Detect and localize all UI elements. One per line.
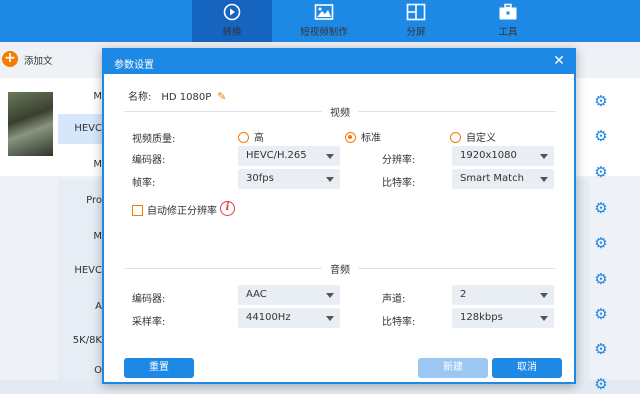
gear-icon[interactable]: ⚙ [590, 161, 612, 183]
video-encoder-label: 编码器: [132, 155, 166, 166]
audio-bitrate-select[interactable]: 128kbps [452, 308, 554, 328]
name-value: HD 1080P [161, 92, 212, 103]
select-value: 30fps [246, 173, 274, 184]
resolution-select[interactable]: 1920x1080 [452, 146, 554, 166]
gear-icon[interactable]: ⚙ [590, 90, 612, 112]
radio-circle [238, 132, 249, 143]
convert-icon [223, 3, 241, 21]
caret-down-icon [540, 293, 548, 298]
audio-encoder-label: 编码器: [132, 294, 166, 305]
nav-tab-label: 短视频制作 [300, 27, 348, 38]
format-item[interactable]: HEVC [58, 256, 106, 286]
audio-section-title: 音频 [322, 261, 358, 276]
gear-icon[interactable]: ⚙ [590, 303, 612, 325]
toolbox-icon [499, 3, 517, 20]
gear-icon[interactable]: ⚙ [590, 373, 612, 394]
video-thumbnail[interactable] [8, 92, 53, 156]
pencil-icon[interactable]: ✎ [217, 90, 226, 103]
checkbox-box [132, 205, 143, 216]
audio-encoder-select[interactable]: AAC [238, 285, 340, 305]
format-item[interactable]: A [58, 292, 106, 322]
info-icon[interactable]: i [220, 201, 235, 216]
nav-tab-convert[interactable]: 转换 [192, 0, 272, 42]
framerate-label: 帧率: [132, 178, 156, 189]
select-value: HEVC/H.265 [246, 150, 307, 161]
nav-tab-short-video[interactable]: 短视频制作 [284, 0, 364, 42]
video-section-title: 视频 [322, 104, 358, 119]
quality-custom-radio[interactable]: 自定义 [450, 129, 496, 144]
plus-icon: + [2, 51, 18, 67]
quality-label: 视频质量: [132, 134, 176, 145]
radio-label: 高 [254, 133, 264, 144]
gear-icon[interactable]: ⚙ [590, 232, 612, 254]
radio-circle [345, 132, 356, 143]
radio-label: 标准 [361, 133, 381, 144]
add-file-label: 添加文 [24, 56, 53, 67]
dialog-header: 参数设置 ✕ [104, 50, 574, 74]
video-bitrate-select[interactable]: Smart Match [452, 169, 554, 189]
format-item[interactable]: 5K/8K [58, 326, 106, 356]
reset-button[interactable]: 重置 [124, 358, 194, 378]
format-item[interactable]: M [58, 82, 106, 112]
format-item[interactable]: HEVC [58, 114, 106, 144]
select-value: AAC [246, 289, 267, 300]
samplerate-select[interactable]: 44100Hz [238, 308, 340, 328]
select-value: 128kbps [460, 312, 503, 323]
caret-down-icon [326, 177, 334, 182]
caret-down-icon [540, 154, 548, 159]
auto-fix-resolution-checkbox[interactable]: 自动修正分辨率 [132, 202, 217, 217]
video-bitrate-label: 比特率: [382, 178, 416, 189]
audio-bitrate-label: 比特率: [382, 317, 416, 328]
checkbox-label: 自动修正分辨率 [147, 206, 217, 217]
audio-section-divider: 音频 [124, 261, 556, 276]
video-section-divider: 视频 [124, 104, 556, 119]
gear-icon[interactable]: ⚙ [590, 125, 612, 147]
profile-name-row: 名称: HD 1080P ✎ [128, 88, 226, 103]
quality-standard-radio[interactable]: 标准 [345, 129, 381, 144]
split-screen-icon [406, 3, 426, 21]
gear-icon[interactable]: ⚙ [590, 268, 612, 290]
nav-tab-label: 工具 [498, 27, 518, 38]
framerate-select[interactable]: 30fps [238, 169, 340, 189]
channel-select[interactable]: 2 [452, 285, 554, 305]
radio-label: 自定义 [466, 133, 496, 144]
select-value: 1920x1080 [460, 150, 517, 161]
nav-tab-split-screen[interactable]: 分屏 [376, 0, 456, 42]
image-icon [314, 4, 334, 20]
cancel-button[interactable]: 取消 [492, 358, 562, 378]
resolution-label: 分辨率: [382, 155, 416, 166]
nav-tab-tools[interactable]: 工具 [468, 0, 548, 42]
quality-high-radio[interactable]: 高 [238, 129, 264, 144]
nav-tab-label: 分屏 [406, 27, 426, 38]
nav-tab-label: 转换 [222, 27, 242, 38]
dialog-title: 参数设置 [114, 60, 154, 71]
video-encoder-select[interactable]: HEVC/H.265 [238, 146, 340, 166]
select-value: Smart Match [460, 173, 524, 184]
select-value: 2 [460, 289, 467, 300]
select-value: 44100Hz [246, 312, 291, 323]
radio-circle [450, 132, 461, 143]
format-item[interactable]: O [58, 356, 106, 386]
format-item[interactable]: M [58, 222, 106, 252]
caret-down-icon [540, 177, 548, 182]
top-nav-bar: 转换 短视频制作 分屏 工具 [0, 0, 640, 42]
caret-down-icon [326, 316, 334, 321]
format-item[interactable]: Pro [58, 186, 106, 216]
name-label: 名称: [128, 92, 152, 103]
close-icon[interactable]: ✕ [550, 52, 568, 70]
gear-icon[interactable]: ⚙ [590, 197, 612, 219]
parameter-settings-dialog: 参数设置 ✕ 名称: HD 1080P ✎ 视频 视频质量: 高 标准 自定义 编码… [102, 48, 576, 384]
format-item[interactable]: M [58, 150, 106, 180]
caret-down-icon [326, 154, 334, 159]
samplerate-label: 采样率: [132, 317, 166, 328]
caret-down-icon [326, 293, 334, 298]
new-button[interactable]: 新建 [418, 358, 488, 378]
caret-down-icon [540, 316, 548, 321]
gear-icon[interactable]: ⚙ [590, 338, 612, 360]
channel-label: 声道: [382, 294, 406, 305]
